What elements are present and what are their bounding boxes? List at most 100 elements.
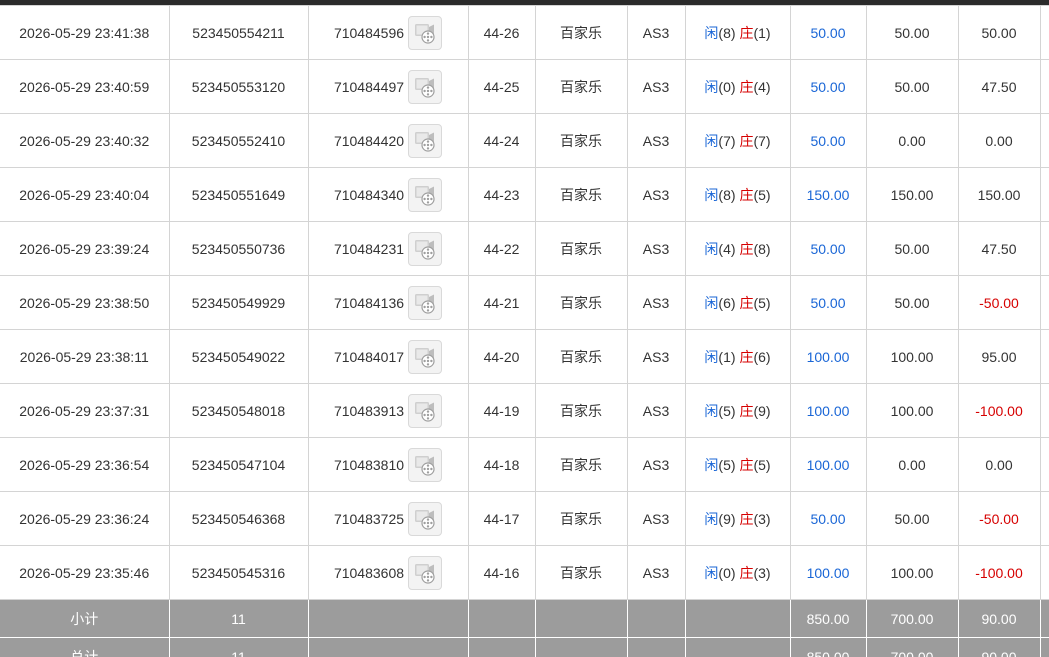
trailing-cell [1039,221,1049,276]
table-code: AS3 [626,329,686,384]
bet-amount-link[interactable]: 100.00 [789,383,867,438]
valid-bet-amount: 100.00 [865,329,959,384]
valid-bet-amount: 100.00 [865,383,959,438]
game-number: 710483810 [333,456,405,473]
banker-score: (7) [753,132,771,149]
game-type: 百家乐 [534,329,628,384]
video-replay-icon[interactable] [408,447,443,482]
video-replay-icon[interactable] [408,339,443,374]
video-replay-icon[interactable] [408,177,443,212]
player-label: 闲 [704,348,719,365]
player-score: (0) [718,78,736,95]
order-number: 523450551649 [168,167,309,222]
game-number-cell: 710483725 [307,491,469,546]
order-number: 523450548018 [168,383,309,438]
bet-time: 2026-05-29 23:40:04 [0,167,170,222]
valid-bet-amount: 0.00 [865,113,959,168]
total-empty-cell [626,637,686,657]
game-number: 710484596 [333,24,405,41]
table-row: 2026-05-29 23:36:24 523450546368 710483725… [0,491,1049,546]
bet-time: 2026-05-29 23:37:31 [0,383,170,438]
banker-label: 庄 [739,294,754,311]
game-number-cell: 710484497 [307,59,469,114]
video-replay-icon[interactable] [408,231,443,266]
round-number: 44-24 [467,113,536,168]
video-replay-icon[interactable] [408,69,443,104]
subtotal-valid: 700.00 [865,599,959,638]
table-code: AS3 [626,113,686,168]
valid-bet-amount: 50.00 [865,491,959,546]
video-replay-icon[interactable] [408,285,443,320]
table-row: 2026-05-29 23:41:38 523450554211 710484596… [0,5,1049,60]
game-number-cell: 710484340 [307,167,469,222]
game-number-cell: 710484231 [307,221,469,276]
bet-amount-link[interactable]: 100.00 [789,329,867,384]
table-row: 2026-05-29 23:36:54 523450547104 710483810… [0,437,1049,492]
video-replay-icon[interactable] [408,393,443,428]
bet-time: 2026-05-29 23:41:38 [0,5,170,60]
bet-amount-link[interactable]: 150.00 [789,167,867,222]
round-number: 44-21 [467,275,536,330]
game-number: 710484340 [333,186,405,203]
player-score: (4) [718,240,736,257]
valid-bet-amount: 100.00 [865,545,959,600]
table-code: AS3 [626,59,686,114]
trailing-cell [1039,275,1049,330]
total-win: 90.00 [957,637,1041,657]
game-type: 百家乐 [534,113,628,168]
table-row: 2026-05-29 23:40:04 523450551649 710484340… [0,167,1049,222]
player-score: (5) [718,456,736,473]
bet-amount-link[interactable]: 50.00 [789,275,867,330]
subtotal-empty-cell [1039,599,1049,638]
video-replay-icon[interactable] [408,555,443,590]
subtotal-bet: 850.00 [789,599,867,638]
valid-bet-amount: 50.00 [865,5,959,60]
bet-amount-link[interactable]: 100.00 [789,545,867,600]
game-number-cell: 710484420 [307,113,469,168]
video-replay-icon[interactable] [408,15,443,50]
player-label: 闲 [704,24,719,41]
bet-amount-link[interactable]: 50.00 [789,221,867,276]
game-number: 710484017 [333,348,405,365]
total-label: 总计 [0,637,170,657]
total-bet: 850.00 [789,637,867,657]
total-empty-cell [534,637,628,657]
result-cell: 闲(9) 庄(3) [684,491,791,546]
game-number: 710484420 [333,132,405,149]
win-loss-amount: 150.00 [957,167,1041,222]
game-type: 百家乐 [534,59,628,114]
round-number: 44-26 [467,5,536,60]
trailing-cell [1039,437,1049,492]
bet-amount-link[interactable]: 50.00 [789,5,867,60]
player-label: 闲 [704,456,719,473]
video-replay-icon[interactable] [408,501,443,536]
subtotal-empty-cell [684,599,791,638]
player-label: 闲 [704,402,719,419]
game-type: 百家乐 [534,221,628,276]
trailing-cell [1039,545,1049,600]
bet-amount-link[interactable]: 50.00 [789,491,867,546]
table-row: 2026-05-29 23:38:11 523450549022 710484017… [0,329,1049,384]
banker-score: (1) [753,24,771,41]
round-number: 44-16 [467,545,536,600]
banker-label: 庄 [739,240,754,257]
subtotal-count: 11 [168,599,309,638]
banker-label: 庄 [739,456,754,473]
bet-time: 2026-05-29 23:38:11 [0,329,170,384]
bet-time: 2026-05-29 23:36:54 [0,437,170,492]
banker-score: (6) [753,348,771,365]
win-loss-amount: -100.00 [957,383,1041,438]
subtotal-label: 小计 [0,599,170,638]
round-number: 44-20 [467,329,536,384]
bet-amount-link[interactable]: 100.00 [789,437,867,492]
bet-amount-link[interactable]: 50.00 [789,59,867,114]
table-code: AS3 [626,437,686,492]
order-number: 523450553120 [168,59,309,114]
result-cell: 闲(8) 庄(1) [684,5,791,60]
banker-label: 庄 [739,186,754,203]
video-replay-icon[interactable] [408,123,443,158]
total-empty-cell [467,637,536,657]
bet-amount-link[interactable]: 50.00 [789,113,867,168]
bet-time: 2026-05-29 23:40:32 [0,113,170,168]
game-type: 百家乐 [534,491,628,546]
